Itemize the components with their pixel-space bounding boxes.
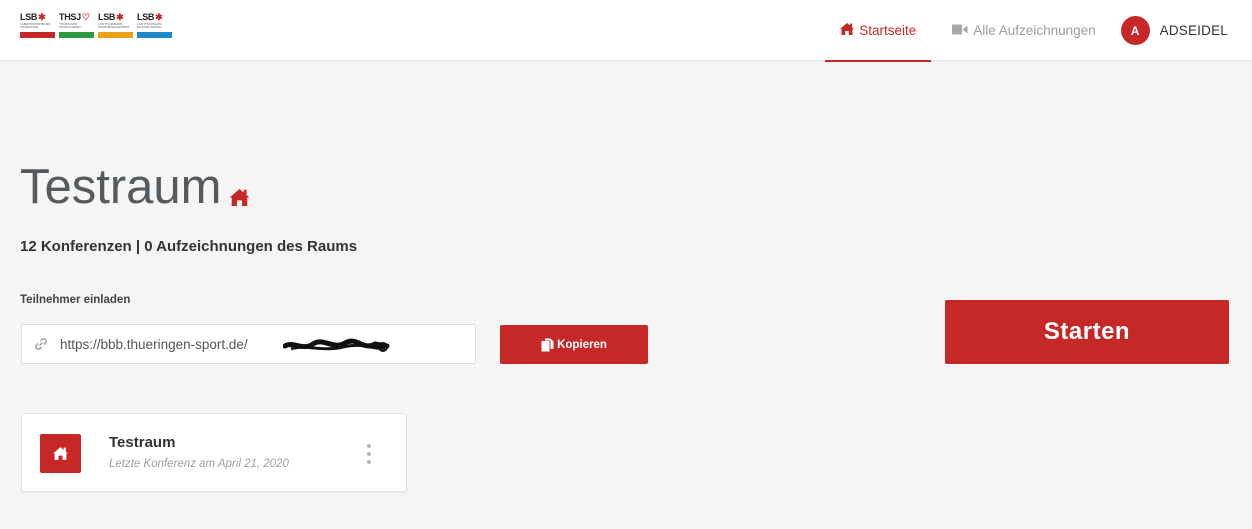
logo-lsb-bar	[20, 32, 55, 38]
logo-lsb-bildungswerk: LSB ✱ LSB THÜRINGEN BILDUNGSWERK	[137, 11, 172, 41]
logo-thsj-bar	[59, 32, 94, 38]
copy-button-label: Kopieren	[557, 338, 607, 351]
room-title: Testraum	[20, 163, 250, 215]
shield-icon: ✱	[38, 11, 46, 22]
invite-label: Teilnehmer einladen	[20, 294, 131, 306]
video-camera-icon	[952, 23, 968, 38]
logo-thsj-text: THSJ	[59, 12, 81, 22]
room-card-last-conference: Letzte Konferenz am April 21, 2020	[109, 458, 289, 470]
vertical-ellipsis-icon[interactable]	[366, 444, 372, 464]
redaction-scribble	[282, 338, 391, 359]
link-icon	[34, 337, 48, 351]
logo-thsj-sub: THÜRINGER SPORTJUGEND	[59, 23, 81, 29]
room-card[interactable]: Testraum Letzte Konferenz am April 21, 2…	[21, 413, 407, 492]
user-name[interactable]: ADSEIDEL	[1160, 23, 1228, 38]
room-title-text: Testraum	[20, 160, 222, 214]
nav-recordings-link[interactable]: Alle Aufzeichnungen	[952, 0, 1096, 61]
logo-lsb-text: LSB	[20, 12, 38, 22]
logo-lsb3-sub: LSB THÜRINGEN BILDUNGSWERK	[137, 23, 162, 29]
copy-icon	[541, 338, 554, 352]
home-icon	[840, 23, 855, 38]
copy-button[interactable]: Kopieren	[500, 325, 648, 364]
room-stats: 12 Konferenzen | 0 Aufzeichnungen des Ra…	[20, 238, 358, 255]
invite-link-field[interactable]	[21, 324, 476, 364]
start-button[interactable]: Starten	[945, 300, 1229, 364]
logo-lsb-management: LSB ✱ LSB THÜRINGEN SPORTMANAGEMENT	[98, 11, 133, 41]
main-nav: Startseite Alle Aufzeichnungen A ADSEIDE…	[825, 0, 1252, 62]
nav-home-link[interactable]: Startseite	[825, 0, 932, 62]
nav-recordings-label: Alle Aufzeichnungen	[973, 23, 1096, 38]
logo-lsb2-sub: LSB THÜRINGEN SPORTMANAGEMENT	[98, 23, 130, 29]
shield-icon: ✱	[116, 11, 124, 22]
room-card-name: Testraum	[109, 434, 176, 451]
logo-lsb3-bar	[137, 32, 172, 38]
logo-lsb: LSB ✱ LANDESSPORTBUND THÜRINGEN	[20, 11, 55, 41]
logo-lsb-sub: LANDESSPORTBUND THÜRINGEN	[20, 23, 51, 29]
top-navbar: LSB ✱ LANDESSPORTBUND THÜRINGEN THSJ ♡ THÜ…	[0, 0, 1252, 62]
logo-thsj: THSJ ♡ THÜRINGER SPORTJUGEND	[59, 11, 94, 41]
logo-lsb2-text: LSB	[98, 12, 116, 22]
logo-lsb2-bar	[98, 32, 133, 38]
nav-home-label: Startseite	[859, 23, 917, 38]
user-avatar[interactable]: A	[1120, 16, 1150, 45]
logo-lsb3-text: LSB	[137, 12, 155, 22]
logo-strip[interactable]: LSB ✱ LANDESSPORTBUND THÜRINGEN THSJ ♡ THÜ…	[20, 11, 172, 41]
home-icon	[40, 434, 81, 473]
home-icon	[229, 166, 250, 215]
heart-icon: ♡	[81, 11, 90, 22]
shield-icon: ✱	[155, 11, 163, 22]
